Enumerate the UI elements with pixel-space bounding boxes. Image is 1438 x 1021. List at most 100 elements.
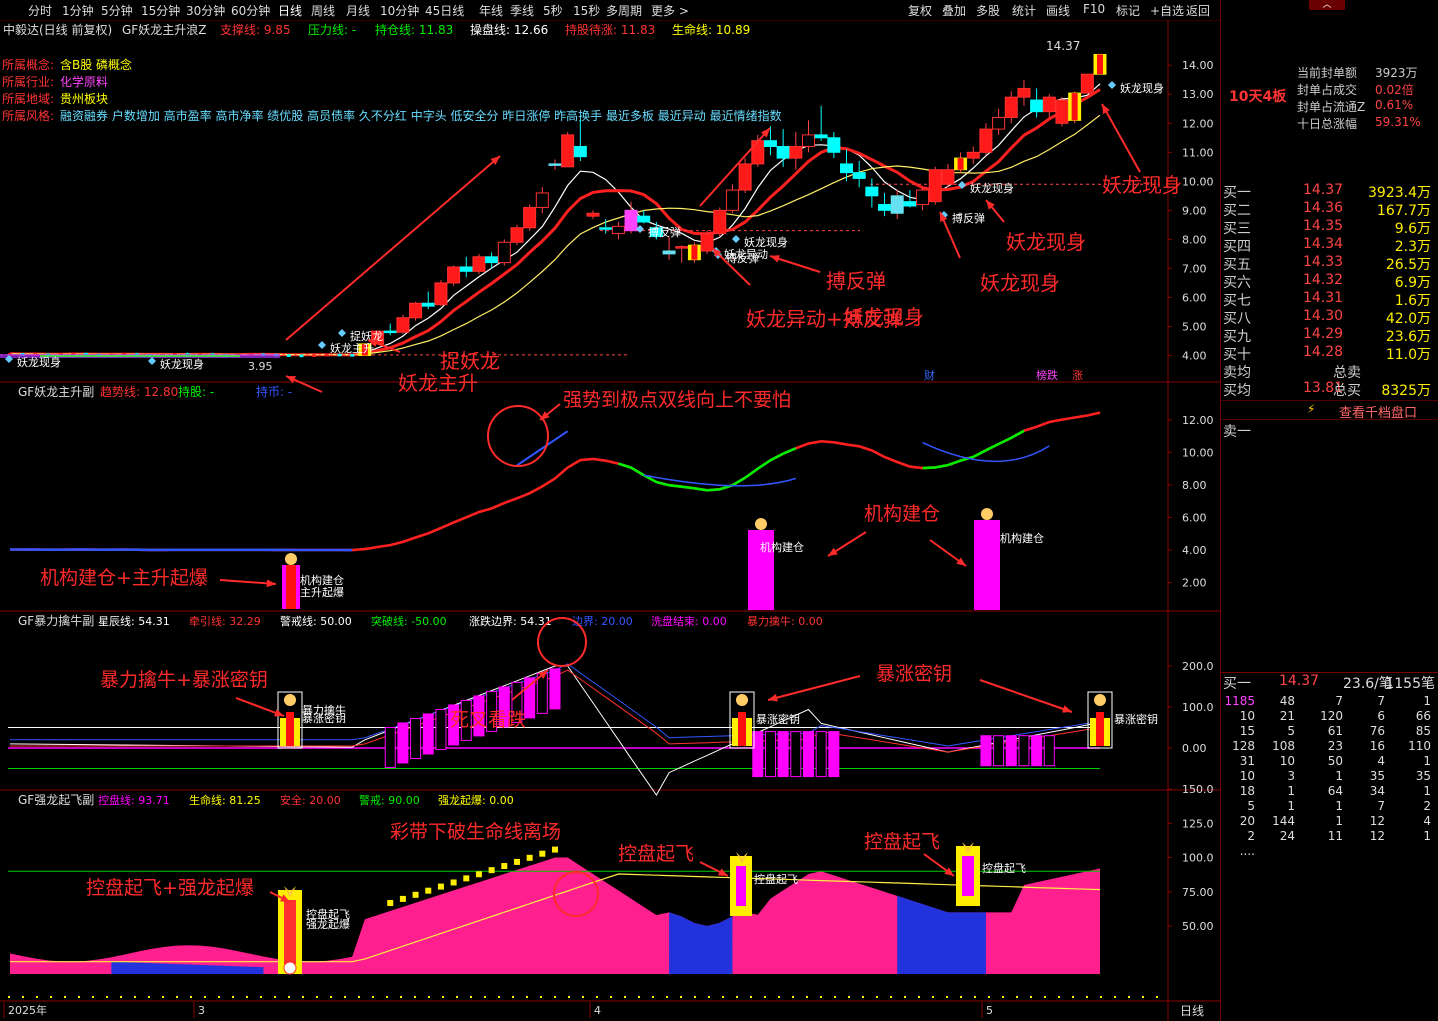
baseline-dot <box>904 996 906 998</box>
main-annotation-1: 妖龙主升 <box>398 371 478 395</box>
main_panel-y-label-3: 11.00 <box>1182 146 1214 159</box>
arrow-head-icon <box>770 255 780 263</box>
panel4-value-1: 生命线: 81.25 <box>189 793 261 807</box>
key-block-inner <box>1096 712 1104 746</box>
candle-body <box>548 163 562 166</box>
bid-row-4: 买五 14.33 26.5万 <box>1221 254 1438 273</box>
baseline-dot <box>708 996 710 998</box>
highlight-circle <box>537 617 587 667</box>
bid-vol-1: 167.7万 <box>1376 203 1431 219</box>
operate-line <box>9 83 1101 356</box>
candle-body <box>396 317 410 333</box>
dot-marker <box>437 883 444 890</box>
trade-row-10: .... <box>1221 844 1438 859</box>
trade-cell-1-0: 10 <box>1239 709 1255 723</box>
candle-body <box>1004 96 1018 118</box>
baseline-dot <box>358 996 360 998</box>
trade-header-price: 14.37 <box>1279 673 1320 689</box>
indicator-value-1: 压力线: - <box>308 23 356 37</box>
baseline-dot <box>204 996 206 998</box>
baseline-dot <box>792 996 794 998</box>
trade-header: 买一 14.37 23.6/笔 1155笔 <box>1221 672 1438 692</box>
main_panel-y-label-1: 13.00 <box>1182 88 1214 101</box>
trade-row-9: 2 24 11 12 1 <box>1221 829 1438 844</box>
bull-bar <box>815 731 827 778</box>
annotation-arrow <box>1101 103 1141 173</box>
candle-body <box>312 354 317 357</box>
trade-cell-5-4: 35 <box>1415 769 1431 783</box>
baseline-dot <box>932 996 934 998</box>
panel2-chart-label-0: 机构建仓 <box>300 573 344 587</box>
avg-label-0: 卖均 <box>1223 365 1251 381</box>
bull-bar <box>384 727 396 768</box>
baseline-dot <box>106 996 108 998</box>
bid-price-6: 14.31 <box>1303 290 1344 306</box>
money-bag-icon <box>755 518 767 530</box>
quote-panel: ︿ 10天4板 当前封单额 3923万 封单占成交 0.02倍 封单占流通Z 0.61% 十… <box>1220 0 1438 1021</box>
baseline-dot <box>582 996 584 998</box>
panel4-annotation-1: 控盘起飞 <box>618 843 694 865</box>
bid-row-2: 买三 14.35 9.6万 <box>1221 218 1438 237</box>
candle-body <box>789 145 803 159</box>
panel4-value-2: 安全: 20.00 <box>280 793 341 807</box>
money-bag-icon <box>285 553 297 565</box>
baseline-dot <box>414 996 416 998</box>
bid-label-5: 买六 <box>1223 275 1251 291</box>
main_panel-y-label-0: 14.00 <box>1182 59 1214 72</box>
info-value-3: 融资融券 户数增加 高市盈率 高市净率 绩优股 高员债率 久不分红 中字头 低安… <box>60 108 782 123</box>
candle-body <box>459 266 473 272</box>
candle-body <box>421 302 435 307</box>
baseline-dot <box>428 996 430 998</box>
trade-cell-4-1: 10 <box>1279 754 1295 768</box>
bid-row-5: 买六 14.32 6.9万 <box>1221 272 1438 291</box>
panel3-value-4: 涨跌边界: 54.31 <box>469 614 552 628</box>
info-label-2: 所属地域: <box>2 92 54 106</box>
key-block-inner <box>286 712 294 746</box>
signal-label-1: 妖龙现身 <box>160 357 204 371</box>
badge-2: 涨 <box>1072 369 1083 382</box>
bid-vol-7: 42.0万 <box>1385 311 1431 327</box>
baseline-dot <box>246 996 248 998</box>
baseline-dot <box>1044 996 1046 998</box>
panel2-value-2: 持币: - <box>256 384 292 399</box>
trade-cell-7-0: 5 <box>1247 799 1255 813</box>
avg-value2-1: 8325万 <box>1381 383 1431 399</box>
baseline-dot <box>806 996 808 998</box>
dot-marker <box>475 871 482 878</box>
baseline-dot <box>92 996 94 998</box>
bid-row-7: 买八 14.30 42.0万 <box>1221 308 1438 327</box>
trade-cell-8-3: 12 <box>1369 814 1385 828</box>
trade-cell-0-3: 7 <box>1377 694 1385 708</box>
candle-body <box>383 330 397 334</box>
candle-body <box>573 145 587 158</box>
candle-body <box>324 353 329 357</box>
baseline-dot <box>1058 996 1060 998</box>
baseline-dot <box>302 996 304 998</box>
baseline-dot <box>568 996 570 998</box>
panel3-value-7: 暴力擒牛: 0.00 <box>747 614 823 628</box>
indicator-value-0: 支撑线: 9.85 <box>220 22 291 37</box>
candle-body <box>675 246 689 249</box>
candle-body <box>624 209 638 232</box>
diamond-icon <box>318 341 326 349</box>
avg-row-0: 卖均 总卖 <box>1221 362 1438 381</box>
baseline-dot <box>498 996 500 998</box>
baseline-dot <box>1114 996 1116 998</box>
trade-cell-2-1: 5 <box>1287 724 1295 738</box>
hold-line <box>9 88 1101 357</box>
baseline-dot <box>750 996 752 998</box>
bid-label-7: 买八 <box>1223 311 1251 327</box>
candle-body <box>497 241 511 264</box>
candle-body <box>751 140 765 165</box>
bull-bar <box>536 672 548 714</box>
stat-value-2: 0.61% <box>1375 98 1414 112</box>
bid-price-9: 14.28 <box>1303 344 1344 360</box>
trade-cell-1-1: 21 <box>1279 709 1295 723</box>
panel2-chart-label-1: 主升起爆 <box>300 585 344 599</box>
candle-body <box>852 172 866 179</box>
candle-body <box>561 134 575 168</box>
trade-header-label: 买一 <box>1223 676 1251 692</box>
view-depth-button[interactable]: ⚡ 查看千档盘口 <box>1221 400 1438 421</box>
dot-marker <box>387 900 394 907</box>
collapse-button[interactable]: ︿ <box>1309 0 1345 10</box>
